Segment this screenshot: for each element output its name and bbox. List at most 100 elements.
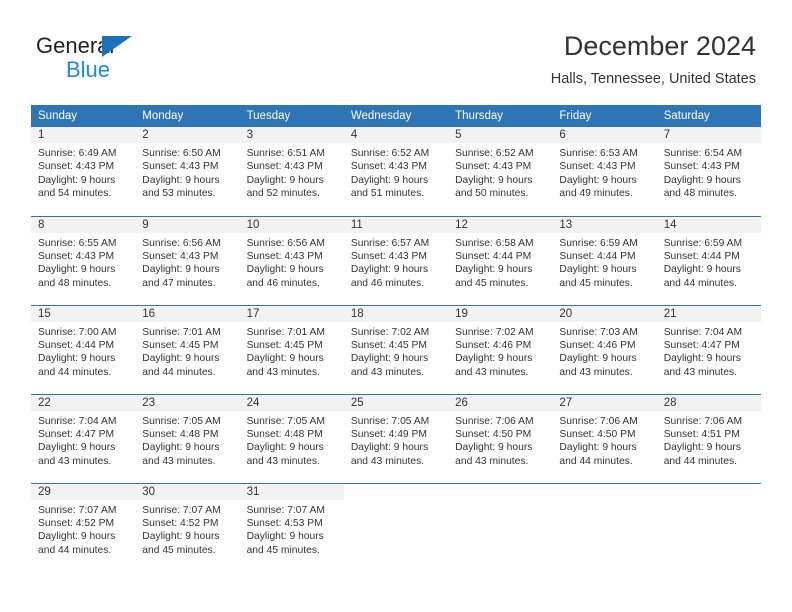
sunrise-text: Sunrise: 7:06 AM <box>455 415 534 427</box>
daylight-text-line1: Daylight: 9 hours <box>142 531 220 543</box>
sunset-text: Sunset: 4:43 PM <box>455 161 532 173</box>
calendar-page: General Blue December 2024 Halls, Tennes… <box>0 0 792 612</box>
sunset-text: Sunset: 4:45 PM <box>142 339 219 351</box>
day-number: 26 <box>448 394 553 411</box>
day-cell[interactable]: 22 Sunrise: 7:04 AM Sunset: 4:47 PM Dayligh… <box>31 393 136 483</box>
daylight-text-line2: and 43 minutes. <box>142 455 216 467</box>
daylight-text-line1: Daylight: 9 hours <box>559 353 637 365</box>
day-number: 14 <box>656 216 761 233</box>
sunset-text: Sunset: 4:48 PM <box>246 428 323 440</box>
logo-text-blue: Blue <box>66 57 111 82</box>
day-number <box>552 484 656 500</box>
daylight-text-line1: Daylight: 9 hours <box>142 264 220 276</box>
day-number: 17 <box>239 305 344 322</box>
day-cell-empty <box>552 482 657 572</box>
day-number: 18 <box>343 305 449 322</box>
weekday-header-tuesday: Tuesday <box>239 105 344 127</box>
day-number: 20 <box>552 305 657 322</box>
day-cell[interactable]: 27 Sunrise: 7:06 AM Sunset: 4:50 PM Dayligh… <box>552 393 657 483</box>
daylight-text-line1: Daylight: 9 hours <box>246 531 324 543</box>
day-cell[interactable]: 24 Sunrise: 7:05 AM Sunset: 4:48 PM Dayligh… <box>239 393 344 483</box>
day-cell[interactable]: 29 Sunrise: 7:07 AM Sunset: 4:52 PM Dayligh… <box>31 482 136 572</box>
day-cell[interactable]: 1 Sunrise: 6:49 AM Sunset: 4:43 PM Daylight… <box>31 127 136 216</box>
day-cell[interactable]: 4 Sunrise: 6:52 AM Sunset: 4:43 PM Daylight… <box>343 127 449 216</box>
sunset-text: Sunset: 4:43 PM <box>38 250 115 262</box>
day-number: 16 <box>135 305 240 322</box>
day-number: 9 <box>135 216 240 233</box>
day-cell[interactable]: 23 Sunrise: 7:05 AM Sunset: 4:48 PM Dayligh… <box>135 393 240 483</box>
sunrise-text: Sunrise: 7:05 AM <box>246 415 325 427</box>
daylight-text-line2: and 44 minutes. <box>663 277 737 289</box>
day-cell[interactable]: 12 Sunrise: 6:58 AM Sunset: 4:44 PM Dayligh… <box>448 215 553 305</box>
sunrise-text: Sunrise: 6:52 AM <box>455 148 534 159</box>
daylight-text-line2: and 44 minutes. <box>663 455 737 467</box>
weekday-header-wednesday: Wednesday <box>343 105 449 127</box>
sunrise-text: Sunrise: 6:50 AM <box>142 148 221 159</box>
sunset-text: Sunset: 4:53 PM <box>246 517 323 529</box>
sunrise-text: Sunrise: 6:53 AM <box>559 148 638 159</box>
weekday-header-saturday: Saturday <box>656 105 761 127</box>
day-number: 31 <box>239 483 344 500</box>
sunrise-text: Sunrise: 7:07 AM <box>142 504 221 516</box>
calendar-table: Sunday Monday Tuesday Wednesday Thursday… <box>31 105 761 572</box>
day-number: 7 <box>656 127 761 143</box>
day-cell[interactable]: 20 Sunrise: 7:03 AM Sunset: 4:46 PM Dayligh… <box>552 304 657 394</box>
daylight-text-line1: Daylight: 9 hours <box>38 174 116 186</box>
daylight-text-line2: and 45 minutes. <box>559 277 633 289</box>
day-cell[interactable]: 17 Sunrise: 7:01 AM Sunset: 4:45 PM Dayligh… <box>239 304 344 394</box>
sunrise-text: Sunrise: 7:03 AM <box>559 326 638 338</box>
daylight-text-line2: and 46 minutes. <box>246 277 320 289</box>
day-cell[interactable]: 14 Sunrise: 6:59 AM Sunset: 4:44 PM Dayligh… <box>656 215 761 305</box>
daylight-text-line1: Daylight: 9 hours <box>455 353 533 365</box>
day-cell[interactable]: 30 Sunrise: 7:07 AM Sunset: 4:52 PM Dayligh… <box>135 482 240 572</box>
sunrise-text: Sunrise: 6:59 AM <box>559 237 638 249</box>
daylight-text-line1: Daylight: 9 hours <box>350 353 429 365</box>
day-cell[interactable]: 25 Sunrise: 7:05 AM Sunset: 4:49 PM Dayligh… <box>343 393 449 483</box>
day-cell[interactable]: 28 Sunrise: 7:06 AM Sunset: 4:51 PM Dayligh… <box>656 393 761 483</box>
day-cell[interactable]: 26 Sunrise: 7:06 AM Sunset: 4:50 PM Dayligh… <box>448 393 553 483</box>
day-cell[interactable]: 8 Sunrise: 6:55 AM Sunset: 4:43 PM Daylight… <box>31 215 136 305</box>
calendar-week-row: 15 Sunrise: 7:00 AM Sunset: 4:44 PM Dayligh… <box>31 304 761 394</box>
sunrise-text: Sunrise: 6:57 AM <box>350 237 430 249</box>
day-cell[interactable]: 3 Sunrise: 6:51 AM Sunset: 4:43 PM Daylight… <box>239 127 344 216</box>
calendar-week-row: 1 Sunrise: 6:49 AM Sunset: 4:43 PM Daylight… <box>31 127 761 216</box>
sunset-text: Sunset: 4:47 PM <box>38 428 115 440</box>
day-cell[interactable]: 10 Sunrise: 6:56 AM Sunset: 4:43 PM Dayligh… <box>239 215 344 305</box>
day-cell-empty <box>656 482 761 572</box>
day-number: 10 <box>239 216 344 233</box>
day-cell[interactable]: 13 Sunrise: 6:59 AM Sunset: 4:44 PM Dayligh… <box>552 215 657 305</box>
day-cell[interactable]: 16 Sunrise: 7:01 AM Sunset: 4:45 PM Dayligh… <box>135 304 240 394</box>
sunrise-text: Sunrise: 7:06 AM <box>559 415 638 427</box>
logo-top-row: General <box>36 33 216 58</box>
day-number <box>448 484 552 500</box>
calendar-week-row: 29 Sunrise: 7:07 AM Sunset: 4:52 PM Dayligh… <box>31 482 761 572</box>
day-cell[interactable]: 19 Sunrise: 7:02 AM Sunset: 4:46 PM Dayligh… <box>448 304 553 394</box>
daylight-text-line2: and 43 minutes. <box>38 455 112 467</box>
day-number: 29 <box>31 483 136 500</box>
day-number: 5 <box>448 127 553 143</box>
day-cell[interactable]: 15 Sunrise: 7:00 AM Sunset: 4:44 PM Dayligh… <box>31 304 136 394</box>
sunset-text: Sunset: 4:43 PM <box>350 250 427 262</box>
day-cell[interactable]: 5 Sunrise: 6:52 AM Sunset: 4:43 PM Daylight… <box>448 127 553 216</box>
daylight-text-line2: and 53 minutes. <box>142 188 216 200</box>
day-number <box>657 484 761 500</box>
day-cell[interactable]: 7 Sunrise: 6:54 AM Sunset: 4:43 PM Daylight… <box>656 127 761 216</box>
day-cell[interactable]: 21 Sunrise: 7:04 AM Sunset: 4:47 PM Dayligh… <box>656 304 761 394</box>
day-cell[interactable]: 6 Sunrise: 6:53 AM Sunset: 4:43 PM Daylight… <box>552 127 657 216</box>
day-number: 22 <box>31 394 136 411</box>
daylight-text-line1: Daylight: 9 hours <box>350 264 429 276</box>
day-cell[interactable]: 31 Sunrise: 7:07 AM Sunset: 4:53 PM Dayligh… <box>239 482 344 572</box>
day-cell[interactable]: 11 Sunrise: 6:57 AM Sunset: 4:43 PM Dayligh… <box>343 215 449 305</box>
daylight-text-line1: Daylight: 9 hours <box>38 442 116 454</box>
day-cell[interactable]: 9 Sunrise: 6:56 AM Sunset: 4:43 PM Daylight… <box>135 215 240 305</box>
daylight-text-line1: Daylight: 9 hours <box>142 353 220 365</box>
day-cell[interactable]: 2 Sunrise: 6:50 AM Sunset: 4:43 PM Daylight… <box>135 127 240 216</box>
day-cell[interactable]: 18 Sunrise: 7:02 AM Sunset: 4:45 PM Dayligh… <box>343 304 449 394</box>
daylight-text-line2: and 44 minutes. <box>38 544 112 556</box>
weekday-header-sunday: Sunday <box>31 105 136 127</box>
daylight-text-line2: and 44 minutes. <box>38 366 112 378</box>
daylight-text-line1: Daylight: 9 hours <box>455 174 533 186</box>
daylight-text-line1: Daylight: 9 hours <box>663 353 741 365</box>
daylight-text-line2: and 43 minutes. <box>455 455 529 467</box>
title-block: December 2024 Halls, Tennessee, United S… <box>551 30 756 88</box>
